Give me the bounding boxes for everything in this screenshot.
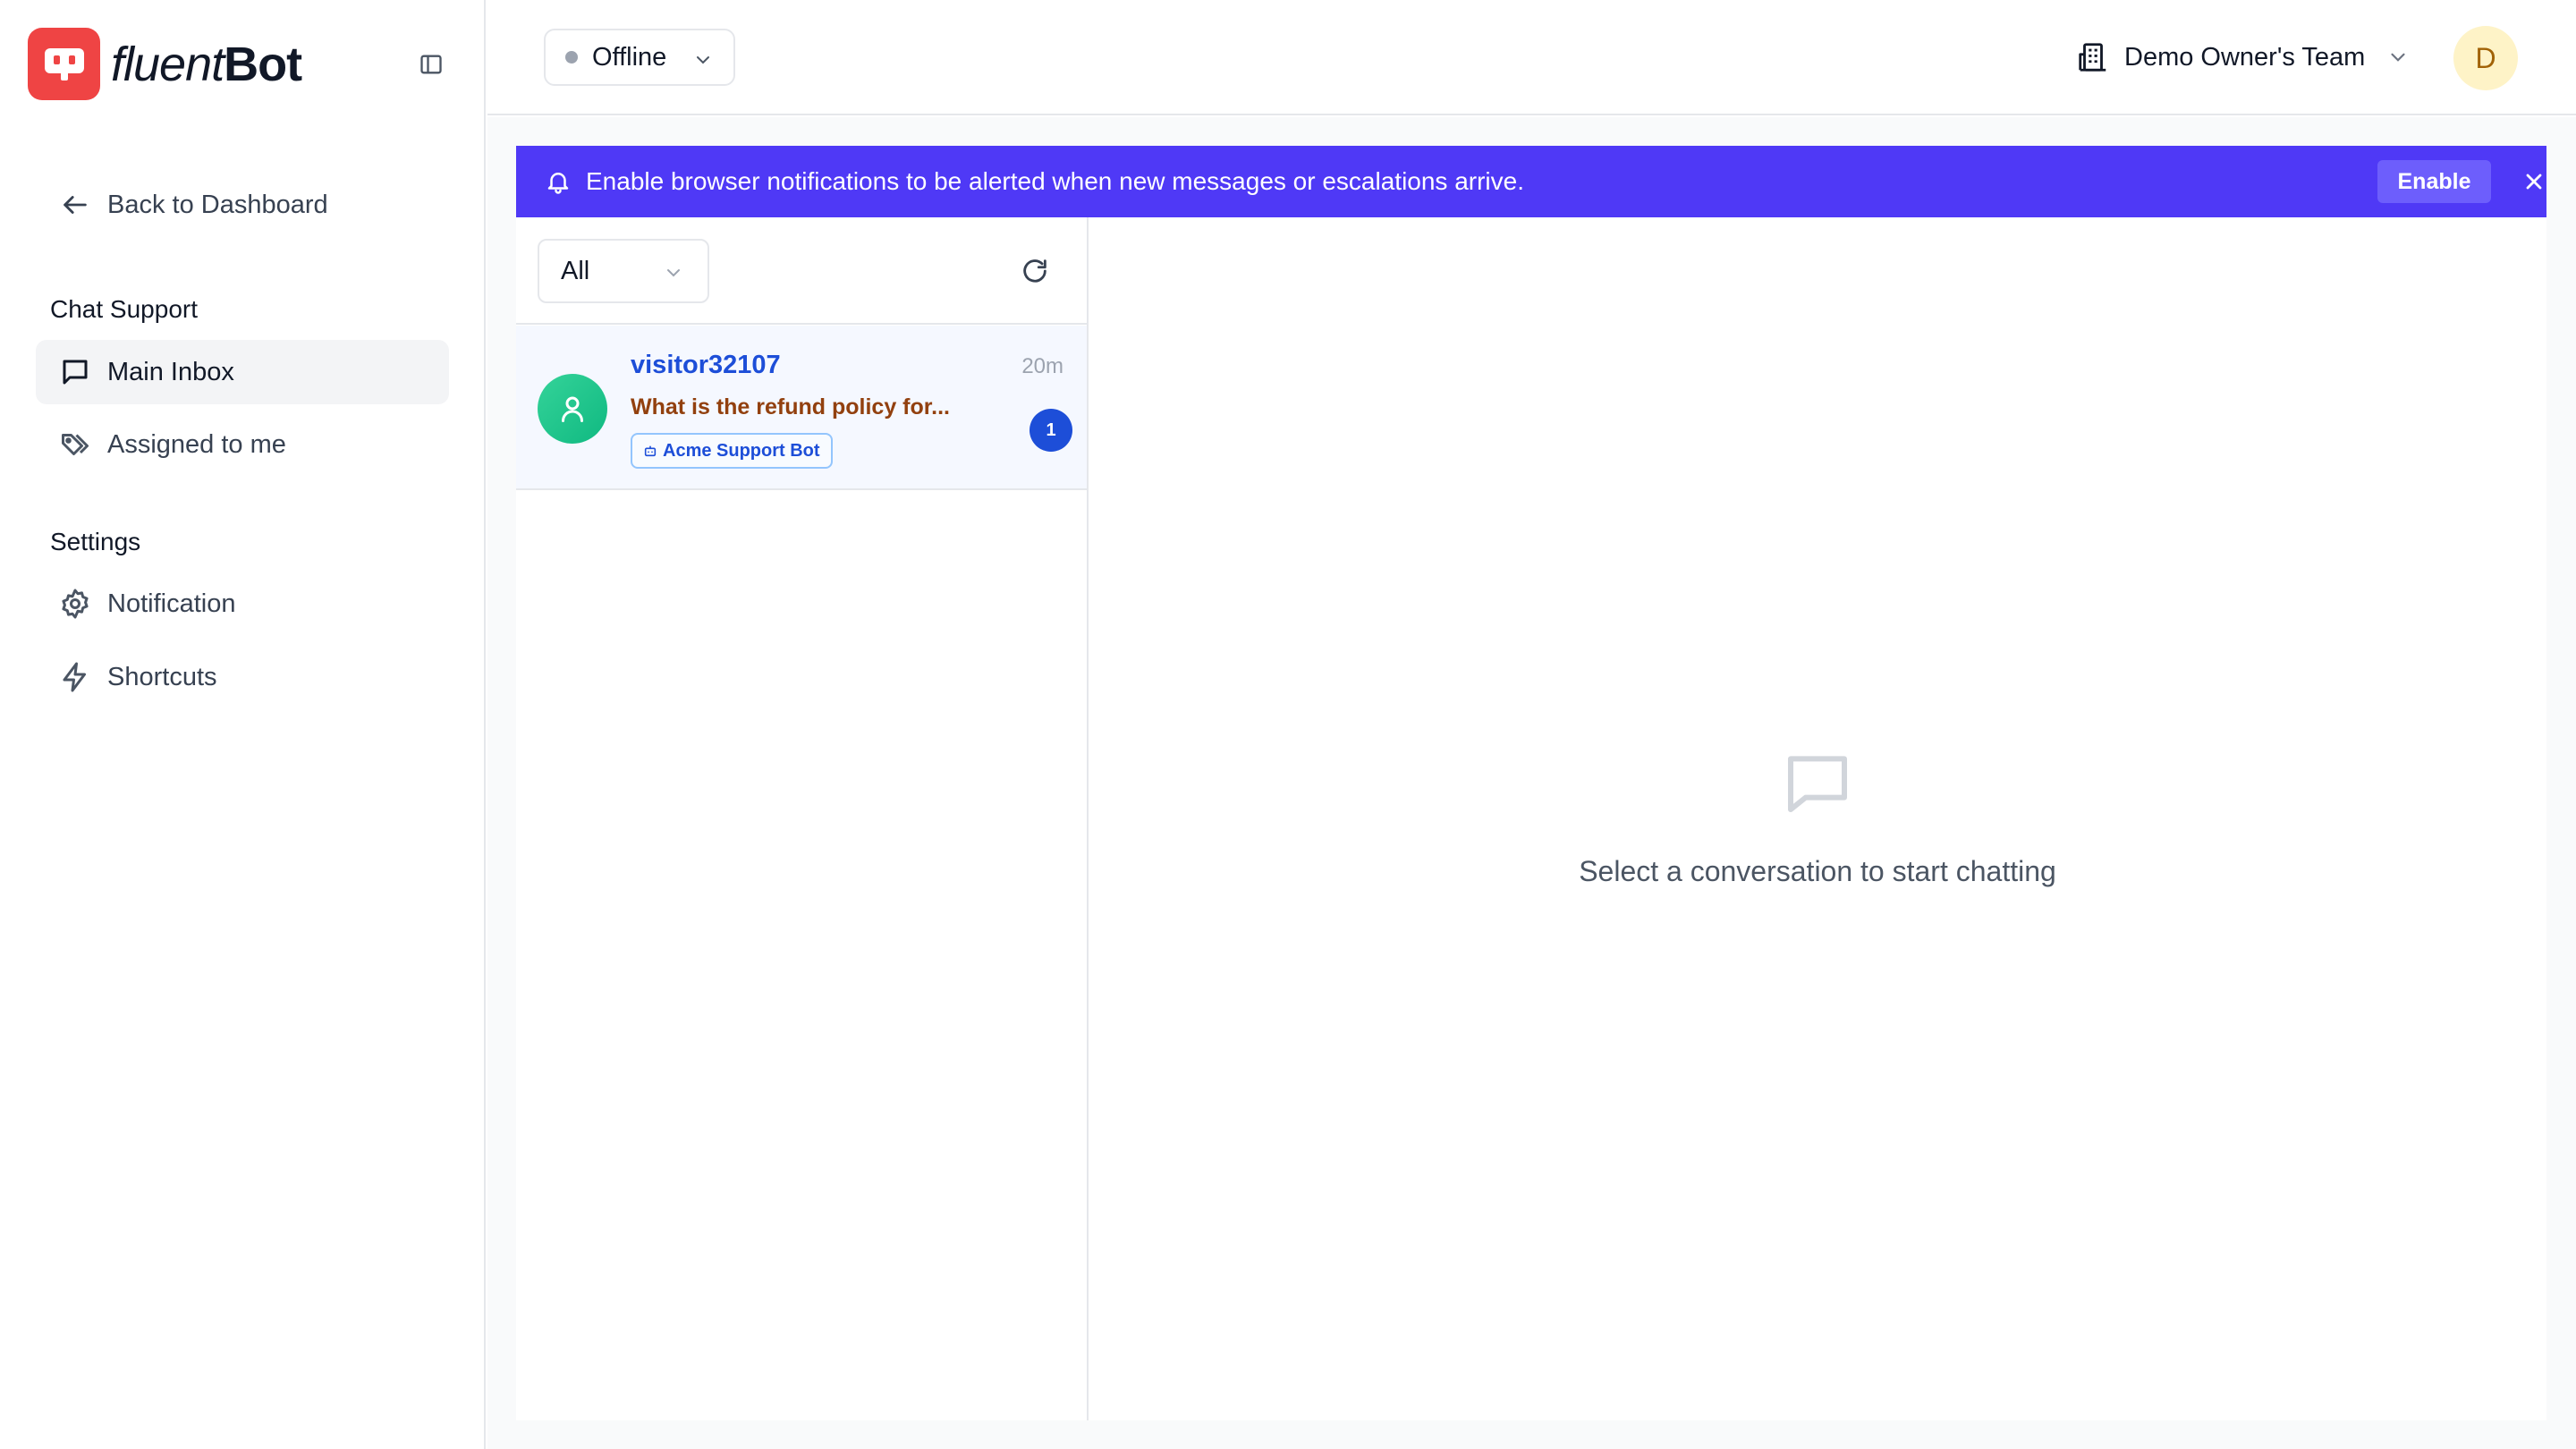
team-switcher[interactable]: Demo Owner's Team [2076,36,2410,79]
arrow-left-icon [57,187,93,223]
chevron-down-icon [2386,46,2410,69]
banner-message: Enable browser notifications to be alert… [586,167,1525,195]
status-value: Offline [592,42,667,72]
tags-icon [57,427,93,462]
conversation-time: 20m [1021,354,1063,378]
building-icon [2076,40,2110,74]
sidebar-item-label: Assigned to me [107,429,286,459]
gear-icon [57,586,93,622]
main-content: Enable browser notifications to be alert… [487,117,2576,1449]
refresh-icon[interactable] [1017,253,1053,289]
section-title-chat-support: Chat Support [50,295,198,323]
notification-banner: Enable browser notifications to be alert… [516,146,2546,217]
message-square-icon [1782,747,1853,818]
brand-name: fluentBot [111,37,302,91]
filter-bar: All [516,217,1087,325]
user-avatar[interactable]: D [2453,26,2518,90]
status-dot [565,51,578,64]
conversation-visitor-name: visitor32107 [631,351,781,379]
empty-state-text: Select a conversation to start chatting [1579,855,2056,887]
status-dropdown[interactable]: Offline [544,29,735,86]
back-to-dashboard-link[interactable]: Back to Dashboard [36,175,447,234]
message-square-icon [57,354,93,390]
sidebar-item-label: Main Inbox [107,357,234,386]
enable-notifications-button[interactable]: Enable [2377,160,2491,203]
chevron-down-icon [692,48,714,78]
conversation-item[interactable]: visitor32107 20m What is the refund poli… [516,326,1087,490]
visitor-avatar-icon [538,374,607,444]
conversation-preview: What is the refund policy for... [631,394,950,419]
sidebar-item-shortcuts[interactable]: Shortcuts [36,648,449,707]
sidebar: fluentBot Back to Dashboard Chat Support… [0,0,486,1449]
sidebar-item-assigned-to-me[interactable]: Assigned to me [36,415,449,474]
chat-area: Select a conversation to start chatting [1089,217,2546,1420]
unread-badge: 1 [1030,409,1072,452]
filter-value: All [561,256,590,285]
back-to-dashboard-label: Back to Dashboard [107,190,328,219]
sidebar-item-label: Shortcuts [107,662,217,691]
close-icon[interactable] [2520,167,2548,196]
bot-name: Acme Support Bot [663,440,820,461]
conversation-filter-select[interactable]: All [538,239,709,303]
sidebar-item-main-inbox[interactable]: Main Inbox [36,340,449,404]
team-name: Demo Owner's Team [2124,42,2366,72]
section-title-settings: Settings [50,528,141,555]
conversation-list: All visitor32107 20m What is the refund … [516,217,1089,1420]
brand[interactable]: fluentBot [28,28,302,100]
chevron-down-icon [663,262,684,284]
sidebar-collapse-icon[interactable] [417,50,445,79]
inbox-panel: All visitor32107 20m What is the refund … [516,217,2546,1420]
bell-icon [545,168,572,195]
app-root: fluentBot Back to Dashboard Chat Support… [0,0,2576,1449]
bot-icon [643,444,657,458]
bot-tag: Acme Support Bot [631,433,833,469]
lightning-icon [57,659,93,695]
top-header: Offline Demo Owner's Team D [487,0,2576,115]
sidebar-item-notification[interactable]: Notification [36,574,449,633]
brand-logo-icon [28,28,100,100]
sidebar-item-label: Notification [107,589,236,618]
